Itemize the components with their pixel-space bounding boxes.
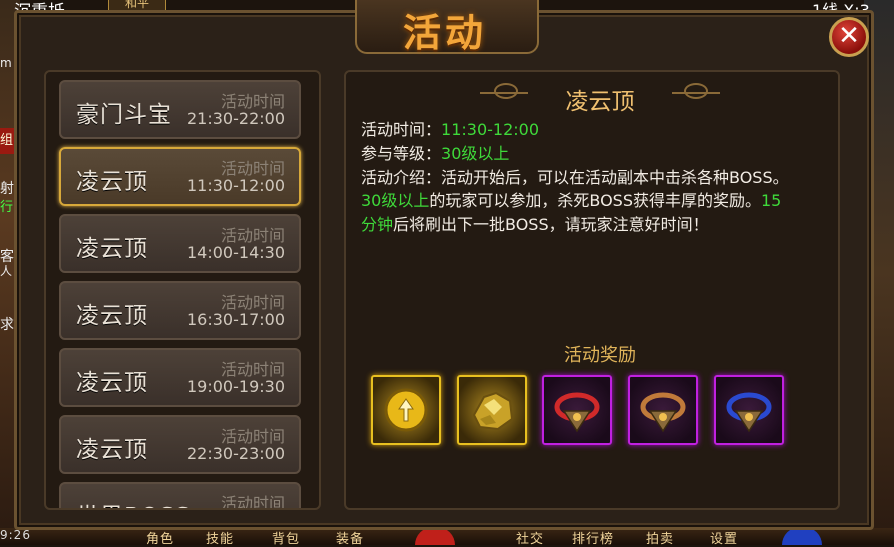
activity-name: 凌云顶 [76, 437, 148, 463]
menu-social[interactable]: 社交 [516, 528, 544, 547]
window-title: 活动 [402, 10, 487, 55]
activity-time-label: 活动时间 [220, 494, 285, 510]
reward-title: 活动奖励 [564, 345, 636, 366]
activity-item[interactable]: 凌云顶 活动时间 16:30-17:00 [59, 281, 301, 340]
menu-settings[interactable]: 设置 [710, 528, 738, 547]
close-icon: ✕ [838, 21, 860, 51]
activity-list[interactable]: 豪门斗宝 活动时间 21:30-22:00 凌云顶 活动时间 11:30-12:… [44, 70, 321, 510]
reward-slot-1[interactable] [371, 375, 441, 445]
intro-line-1: 活动介绍：活动开始后，可以在活动副本中击杀各种BOSS。 [361, 168, 789, 187]
time-value: 11:30-12:00 [441, 120, 540, 139]
time-label: 活动时间： [361, 120, 442, 139]
side-text-4: 人 [0, 264, 13, 278]
reward-slot-4[interactable] [628, 375, 698, 445]
menu-auction[interactable]: 拍卖 [646, 528, 674, 547]
side-text-1: m [0, 56, 12, 70]
intro-text: 的玩家可以参加，杀死BOSS获得丰厚的奖励。 [429, 191, 761, 210]
intro-minutes-highlight: 15 [760, 191, 782, 210]
menu-equipment[interactable]: 装备 [336, 528, 364, 547]
side-text-2: 射 [0, 181, 14, 197]
activity-name: 凌云顶 [76, 370, 148, 396]
menu-skills[interactable]: 技能 [206, 528, 234, 547]
gold-ore-icon [472, 391, 514, 431]
bronze-ring-icon [640, 392, 686, 433]
side-text-5: 求 [0, 317, 14, 333]
reward-slot-5[interactable] [714, 375, 784, 445]
intro-line-3: 分钟后将刷出下一批BOSS，请玩家注意好时间！ [361, 211, 709, 235]
activity-item[interactable]: 凌云顶 活动时间 19:00-19:30 [59, 348, 301, 407]
bottom-time: 9:26 [0, 528, 31, 542]
activity-name: 世界BOSS [76, 497, 191, 508]
level-line: 参与等级：30级以上 [361, 140, 509, 164]
menu-ranking[interactable]: 排行榜 [572, 528, 614, 547]
intro-level-highlight: 30级以上 [361, 191, 430, 210]
intro-minutes-unit: 分钟 [361, 215, 394, 234]
activity-item[interactable]: 世界BOSS 活动时间 [59, 482, 301, 510]
intro-text-end: 后将刷出下一批BOSS，请玩家注意好时间！ [393, 215, 709, 234]
side-green-text: 行 [0, 200, 14, 215]
activity-time: 16:30-17:00 [187, 310, 285, 329]
activity-name: 凌云顶 [76, 303, 148, 329]
activity-name: 凌云顶 [76, 169, 148, 195]
level-label: 参与等级： [361, 144, 442, 163]
close-button[interactable]: ✕ [829, 17, 869, 57]
activity-time: 11:30-12:00 [187, 176, 285, 195]
activity-time: 14:00-14:30 [187, 243, 285, 262]
activity-item[interactable]: 凌云顶 活动时间 14:00-14:30 [59, 214, 301, 273]
intro-line-2: 30级以上的玩家可以参加，杀死BOSS获得丰厚的奖励。15 [361, 187, 781, 211]
activity-detail-title: 凌云顶 [565, 89, 635, 115]
activity-time: 19:00-19:30 [187, 377, 285, 396]
activity-name: 凌云顶 [76, 236, 148, 262]
reward-slot-2[interactable] [457, 375, 527, 445]
activity-item[interactable]: 凌云顶 活动时间 22:30-23:00 [59, 415, 301, 474]
reward-slot-3[interactable] [542, 375, 612, 445]
activity-name: 豪门斗宝 [76, 102, 172, 128]
activity-time: 21:30-22:00 [187, 109, 285, 128]
activity-item[interactable]: 豪门斗宝 活动时间 21:30-22:00 [59, 80, 301, 139]
activity-time: 22:30-23:00 [187, 444, 285, 463]
gold-coin-icon [384, 388, 428, 432]
menu-character[interactable]: 角色 [146, 528, 174, 547]
menu-bag[interactable]: 背包 [272, 528, 300, 547]
activity-item-selected[interactable]: 凌云顶 活动时间 11:30-12:00 [59, 147, 301, 206]
red-ring-icon [554, 392, 600, 433]
blue-ring-icon [726, 392, 772, 433]
ornament-curl-right-icon [684, 83, 708, 99]
level-value: 30级以上 [441, 144, 510, 163]
ornament-curl-left-icon [494, 83, 518, 99]
activity-time-line: 活动时间：11:30-12:00 [361, 116, 539, 140]
